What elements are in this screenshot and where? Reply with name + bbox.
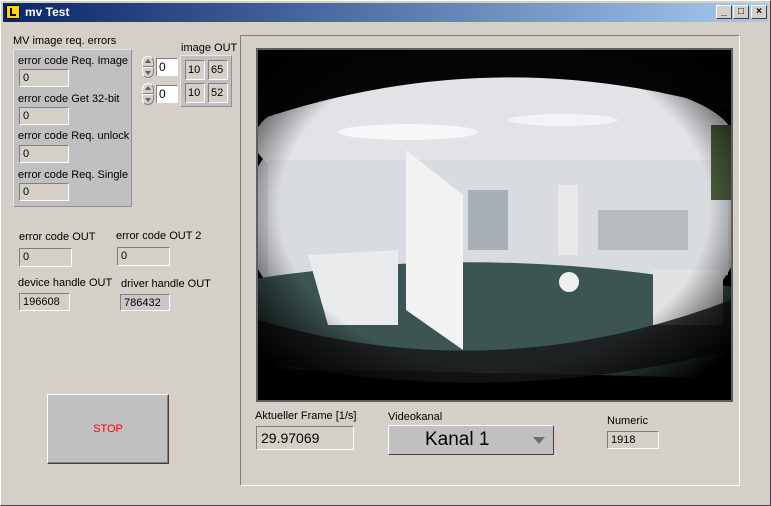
driver-handle-label: driver handle OUT (121, 278, 211, 290)
error-code-out2-value: 0 (117, 247, 170, 266)
req-single-label: error code Req. Single (18, 169, 129, 181)
errors-cluster: error code Req. Image 0 error code Get 3… (13, 49, 132, 207)
error-code-out-value: 0 (19, 248, 72, 267)
column-index-spinner[interactable] (142, 83, 154, 105)
numeric-value: 1918 (607, 431, 659, 449)
req-image-label: error code Req. Image (18, 55, 129, 67)
error-code-out2-label: error code OUT 2 (116, 230, 202, 242)
increment-arrow-icon[interactable] (142, 83, 154, 94)
req-single-value: 0 (19, 183, 69, 201)
videokanal-dropdown[interactable]: Kanal 1 (388, 425, 554, 455)
office-fisheye-image (258, 50, 731, 400)
get-32bit-value: 0 (19, 107, 69, 125)
dropdown-arrow-icon[interactable] (533, 437, 545, 444)
array-cell: 52 (208, 83, 228, 103)
array-cell: 65 (208, 60, 228, 80)
device-handle-value: 196608 (19, 293, 70, 311)
frame-rate-value: 29.97069 (256, 426, 354, 450)
decrement-arrow-icon[interactable] (142, 94, 154, 105)
videokanal-label: Videokanal (388, 411, 443, 423)
errors-cluster-label: MV image req. errors (13, 35, 117, 47)
minimize-button[interactable]: _ (716, 5, 732, 19)
increment-arrow-icon[interactable] (142, 56, 154, 67)
array-cell: 10 (185, 60, 205, 80)
req-unlock-label: error code Req. unlock (18, 130, 130, 142)
row-index-spinner[interactable] (142, 56, 154, 78)
req-unlock-value: 0 (19, 145, 69, 163)
stop-button[interactable]: STOP (47, 394, 169, 464)
row-index-input[interactable]: 0 (156, 58, 178, 76)
maximize-button[interactable]: □ (733, 5, 749, 19)
error-code-out-label: error code OUT (19, 231, 96, 243)
get-32bit-label: error code Get 32-bit (18, 93, 120, 105)
array-cell: 10 (185, 83, 205, 103)
image-out-label: image OUT (181, 42, 238, 54)
frame-rate-label: Aktueller Frame [1/s] (255, 410, 357, 422)
req-image-value: 0 (19, 69, 69, 87)
image-out-array: 10 65 10 52 (180, 55, 232, 107)
videokanal-value: Kanal 1 (425, 429, 490, 450)
title-bar[interactable]: mv Test _ □ × (3, 3, 768, 22)
device-handle-label: device handle OUT (18, 277, 113, 289)
app-window: mv Test _ □ × MV image req. errors error… (0, 0, 771, 506)
driver-handle-value: 786432 (120, 294, 170, 311)
decrement-arrow-icon[interactable] (142, 67, 154, 78)
labview-app-icon (6, 5, 20, 19)
column-index-input[interactable]: 0 (156, 85, 178, 103)
camera-image (256, 48, 733, 402)
window-title: mv Test (25, 5, 70, 19)
numeric-label: Numeric (607, 415, 648, 427)
close-button[interactable]: × (751, 5, 767, 19)
